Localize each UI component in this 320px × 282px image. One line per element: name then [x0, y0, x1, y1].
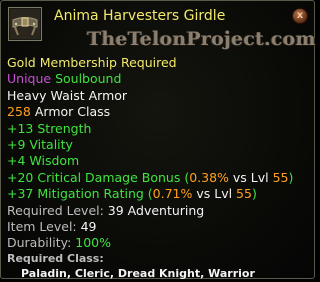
soulbound-flag: Soulbound [55, 71, 122, 87]
crit-prefix: +20 Critical Damage Bonus ( [7, 169, 190, 185]
required-level-label: Required Level: [7, 202, 108, 218]
crit-percent: 0.38% [189, 169, 229, 185]
stat-mitigation: +37 Mitigation Rating (0.71% vs Lvl 55) [7, 186, 312, 202]
required-class-list: Paladin, Cleric, Dread Knight, Warrior [21, 266, 255, 280]
crit-vs: vs Lvl [228, 169, 273, 185]
armor-class: 258 Armor Class [7, 104, 312, 120]
required-level: Required Level: 39 Adventuring [7, 203, 312, 219]
watermark-logo: TheTelonProject.com [87, 28, 316, 50]
mitig-percent: 0.71% [152, 186, 193, 202]
item-level-value: 49 [80, 218, 97, 234]
item-level: Item Level: 49 [7, 219, 312, 235]
item-type: Heavy Waist Armor [7, 87, 128, 103]
durability-label: Durability: [7, 235, 76, 251]
armor-value: 258 [7, 104, 31, 120]
crit-suffix: ) [288, 169, 294, 185]
mitig-prefix: +37 Mitigation Rating ( [7, 186, 153, 202]
mitig-suffix: ) [251, 186, 257, 202]
item-level-label: Item Level: [7, 218, 81, 234]
armor-label: Armor Class [34, 104, 111, 120]
tooltip-header: Anima Harvesters Girdle TheTelonProject.… [1, 1, 316, 53]
membership-requirement: Gold Membership Required [7, 55, 177, 70]
durability: Durability: 100% [7, 235, 312, 251]
item-tooltip: Anima Harvesters Girdle TheTelonProject.… [0, 0, 316, 282]
required-class-label: Required Class: [7, 251, 104, 265]
mitig-level: 55 [236, 186, 252, 202]
durability-value: 100% [75, 235, 112, 251]
close-icon: x [296, 10, 304, 21]
belt-icon [8, 7, 42, 41]
stat-vitality: +9 Vitality [7, 136, 73, 152]
crit-level: 55 [272, 169, 289, 185]
mitig-vs: vs Lvl [192, 186, 237, 202]
stat-critical-damage: +20 Critical Damage Bonus (0.38% vs Lvl … [7, 170, 312, 186]
stat-strength: +13 Strength [7, 120, 92, 136]
close-button[interactable]: x [292, 8, 308, 24]
unique-flag: Unique [7, 71, 52, 87]
item-name: Anima Harvesters Girdle [54, 8, 226, 24]
stat-wisdom: +4 Wisdom [7, 153, 80, 169]
item-flags: Unique Soulbound [7, 71, 312, 87]
item-details: Gold Membership Required Unique Soulboun… [7, 55, 312, 282]
required-level-value: 39 Adventuring [107, 202, 205, 218]
